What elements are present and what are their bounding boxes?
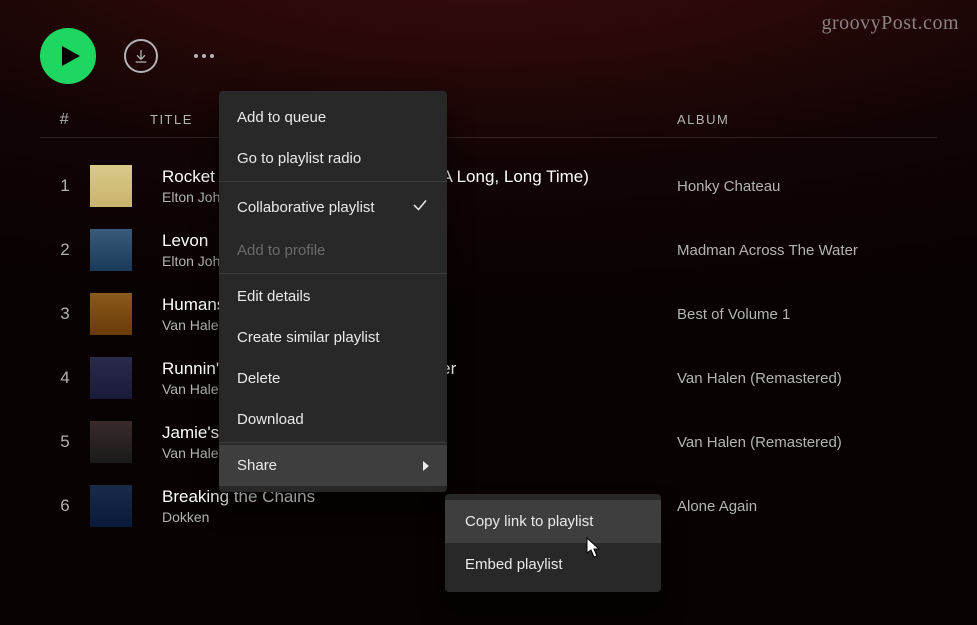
album-art [90, 485, 132, 527]
menu-separator [219, 181, 447, 182]
download-button[interactable] [124, 39, 158, 73]
track-number: 3 [40, 304, 90, 324]
track-table: # TITLE ALBUM 1 Rocket Man (I Think It's… [0, 102, 977, 538]
track-number: 2 [40, 240, 90, 260]
menu-separator [219, 442, 447, 443]
watermark-text: groovyPost.com [821, 12, 959, 35]
play-icon [58, 44, 82, 68]
column-album: ALBUM [677, 112, 937, 127]
menu-add-to-queue[interactable]: Add to queue [219, 97, 447, 138]
menu-item-label: Collaborative playlist [237, 199, 375, 216]
check-icon [411, 196, 429, 218]
table-row[interactable]: 4 Runnin' with the Devil - 2015 Remaster… [40, 346, 937, 410]
submenu-embed-playlist[interactable]: Embed playlist [445, 543, 661, 586]
track-number: 5 [40, 432, 90, 452]
track-number: 1 [40, 176, 90, 196]
album-art [90, 357, 132, 399]
track-album[interactable]: Best of Volume 1 [677, 306, 937, 323]
menu-playlist-radio[interactable]: Go to playlist radio [219, 138, 447, 179]
chevron-right-icon [423, 461, 429, 471]
dot-icon [202, 54, 206, 58]
share-submenu: Copy link to playlist Embed playlist [445, 494, 661, 592]
table-row[interactable]: 3 Humans Being Van Halen Best of Volume … [40, 282, 937, 346]
track-number: 6 [40, 496, 90, 516]
menu-add-to-profile: Add to profile [219, 230, 447, 271]
submenu-copy-link[interactable]: Copy link to playlist [445, 500, 661, 543]
dot-icon [194, 54, 198, 58]
track-album[interactable]: Honky Chateau [677, 178, 937, 195]
play-button[interactable] [40, 28, 96, 84]
column-number: # [40, 111, 90, 129]
menu-create-similar[interactable]: Create similar playlist [219, 317, 447, 358]
track-album[interactable]: Madman Across The Water [677, 242, 937, 259]
download-icon [133, 48, 149, 64]
table-header-row: # TITLE ALBUM [40, 102, 937, 138]
track-number: 4 [40, 368, 90, 388]
table-row[interactable]: 5 Jamie's Cryin' Van Halen Van Halen (Re… [40, 410, 937, 474]
table-row[interactable]: 1 Rocket Man (I Think It's Going To Be A… [40, 154, 937, 218]
track-album[interactable]: Van Halen (Remastered) [677, 370, 937, 387]
album-art [90, 293, 132, 335]
menu-download[interactable]: Download [219, 399, 447, 440]
album-art [90, 421, 132, 463]
menu-separator [219, 273, 447, 274]
album-art [90, 165, 132, 207]
album-art [90, 229, 132, 271]
more-options-button[interactable] [186, 46, 222, 66]
menu-edit-details[interactable]: Edit details [219, 276, 447, 317]
track-album[interactable]: Alone Again [677, 498, 937, 515]
track-album[interactable]: Van Halen (Remastered) [677, 434, 937, 451]
menu-collaborative-playlist[interactable]: Collaborative playlist [219, 184, 447, 230]
menu-item-label: Share [237, 457, 277, 474]
dot-icon [210, 54, 214, 58]
table-row[interactable]: 2 Levon Elton John Madman Across The Wat… [40, 218, 937, 282]
context-menu: Add to queue Go to playlist radio Collab… [219, 91, 447, 492]
menu-share[interactable]: Share [219, 445, 447, 486]
menu-delete[interactable]: Delete [219, 358, 447, 399]
